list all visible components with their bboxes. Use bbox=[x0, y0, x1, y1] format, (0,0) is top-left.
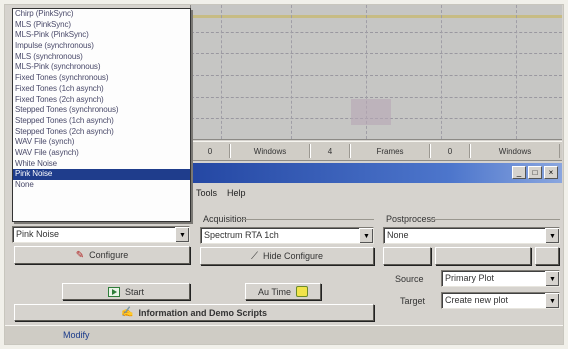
status-cell: Frames bbox=[350, 144, 430, 158]
hide-configure-button[interactable]: ⟋ Hide Configure bbox=[200, 247, 374, 265]
target-select-value: Create new plot bbox=[445, 295, 509, 305]
plot-area[interactable] bbox=[190, 5, 562, 140]
minimize-icon[interactable]: _ bbox=[512, 166, 526, 179]
grid-line bbox=[291, 5, 292, 139]
dropdown-option[interactable]: Fixed Tones (1ch asynch) bbox=[13, 84, 190, 95]
dropdown-option[interactable]: Chirp (PinkSync) bbox=[13, 9, 190, 20]
dropdown-option[interactable]: Stepped Tones (synchronous) bbox=[13, 105, 190, 116]
dropdown-option[interactable]: Stepped Tones (1ch asynch) bbox=[13, 116, 190, 127]
postprocess-select[interactable]: None ▼ bbox=[383, 227, 560, 244]
target-select[interactable]: Create new plot ▼ bbox=[441, 292, 560, 309]
dropdown-option[interactable]: Fixed Tones (2ch asynch) bbox=[13, 95, 190, 106]
configure-button-label: Configure bbox=[89, 250, 129, 260]
dropdown-option[interactable]: MLS-Pink (PinkSync) bbox=[13, 30, 190, 41]
dropdown-option[interactable]: MLS (PinkSync) bbox=[13, 20, 190, 31]
dropdown-option[interactable]: Fixed Tones (synchronous) bbox=[13, 73, 190, 84]
grid-line bbox=[191, 75, 562, 76]
source-label: Source bbox=[395, 274, 424, 284]
configure-button[interactable]: ✎ Configure bbox=[14, 246, 190, 264]
bottom-tab-bar: Modify bbox=[5, 325, 563, 344]
acquisition-select-value: Spectrum RTA 1ch bbox=[204, 230, 279, 240]
menubar: Tools Help bbox=[190, 185, 562, 201]
dropdown-option[interactable]: WAV File (asynch) bbox=[13, 148, 190, 159]
play-icon bbox=[107, 286, 120, 297]
hide-configure-label: Hide Configure bbox=[262, 251, 324, 261]
start-button[interactable]: Start bbox=[62, 283, 190, 300]
window-titlebar[interactable]: _ □ × bbox=[190, 163, 562, 183]
plot-status-strip: 0 Windows 4 Frames 0 Windows bbox=[190, 141, 562, 161]
postprocess-configure-button-disabled[interactable] bbox=[435, 247, 531, 265]
status-cell: Windows bbox=[470, 144, 560, 158]
dropdown-option[interactable]: MLS-Pink (synchronous) bbox=[13, 62, 190, 73]
dropdown-option[interactable]: WAV File (synch) bbox=[13, 137, 190, 148]
postprocess-button-disabled[interactable] bbox=[383, 247, 431, 265]
dropdown-option-selected[interactable]: Pink Noise bbox=[13, 169, 190, 180]
dropdown-option[interactable]: None bbox=[13, 180, 190, 191]
postprocess-select-value: None bbox=[387, 230, 409, 240]
acquisition-select[interactable]: Spectrum RTA 1ch ▼ bbox=[200, 227, 374, 244]
generator-select[interactable]: Pink Noise ▼ bbox=[12, 226, 190, 243]
grid-line bbox=[221, 5, 222, 139]
dropdown-option[interactable]: Stepped Tones (2ch asynch) bbox=[13, 127, 190, 138]
grid-line bbox=[191, 32, 562, 33]
chevron-down-icon[interactable]: ▼ bbox=[359, 228, 373, 243]
source-select[interactable]: Primary Plot ▼ bbox=[441, 270, 560, 287]
grid-line bbox=[441, 5, 442, 139]
target-label: Target bbox=[400, 296, 426, 306]
autotime-button-label: Au Time bbox=[257, 286, 291, 297]
dropdown-option[interactable]: White Noise bbox=[13, 159, 190, 170]
menu-help[interactable]: Help bbox=[227, 188, 246, 198]
group-divider bbox=[240, 219, 374, 220]
chevron-down-icon[interactable]: ▼ bbox=[545, 271, 559, 286]
information-button-label: Information and Demo Scripts bbox=[138, 307, 267, 318]
status-cell: 0 bbox=[190, 144, 230, 158]
clock-icon bbox=[296, 286, 308, 297]
modify-tab[interactable]: Modify bbox=[63, 330, 90, 340]
chevron-down-icon[interactable]: ▼ bbox=[545, 228, 559, 243]
postprocess-label: Postprocess bbox=[386, 214, 436, 224]
plot-trace bbox=[191, 15, 562, 18]
dropdown-option[interactable]: MLS (synchronous) bbox=[13, 52, 190, 63]
group-divider bbox=[430, 219, 560, 220]
source-select-value: Primary Plot bbox=[445, 273, 495, 283]
start-button-label: Start bbox=[124, 286, 144, 297]
grid-line bbox=[516, 5, 517, 139]
autotime-button[interactable]: Au Time bbox=[245, 283, 321, 300]
information-demo-scripts-button[interactable]: ✍ Information and Demo Scripts bbox=[14, 304, 374, 321]
status-cell: Windows bbox=[230, 144, 310, 158]
maximize-icon[interactable]: □ bbox=[528, 166, 542, 179]
wrench-icon: ✎ bbox=[75, 249, 85, 261]
edit-icon: ✍ bbox=[121, 307, 134, 318]
close-icon[interactable]: × bbox=[544, 166, 558, 179]
grid-line bbox=[191, 97, 562, 98]
chevron-down-icon[interactable]: ▼ bbox=[545, 293, 559, 308]
grid-line bbox=[191, 53, 562, 54]
status-cell: 0 bbox=[430, 144, 470, 158]
ruler-icon: ⟋ bbox=[250, 250, 258, 262]
generator-select-value: Pink Noise bbox=[16, 229, 60, 239]
postprocess-more-button-disabled[interactable] bbox=[535, 247, 559, 265]
chevron-down-icon[interactable]: ▼ bbox=[175, 227, 189, 242]
status-cell: 4 bbox=[310, 144, 350, 158]
menu-tools[interactable]: Tools bbox=[196, 188, 217, 198]
generator-dropdown-list[interactable]: Chirp (PinkSync) MLS (PinkSync) MLS-Pink… bbox=[12, 8, 191, 222]
plot-signal bbox=[351, 99, 391, 125]
dropdown-option[interactable]: Impulse (synchronous) bbox=[13, 41, 190, 52]
